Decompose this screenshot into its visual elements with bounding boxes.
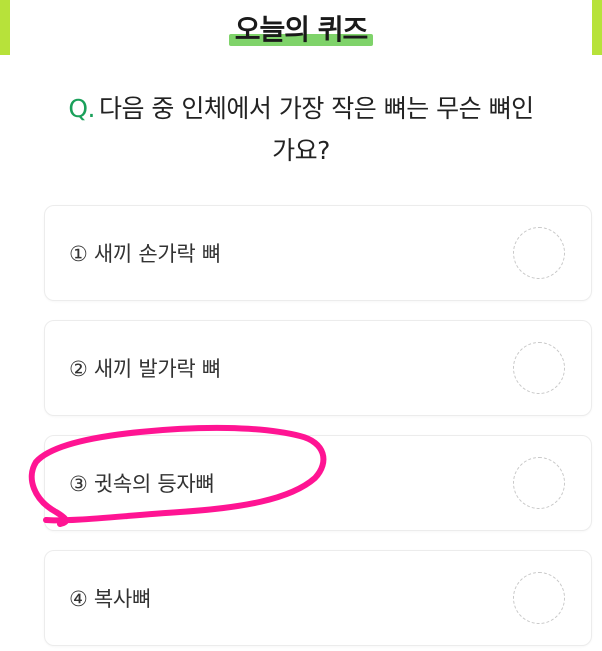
option-1[interactable]: ① 새끼 손가락 뼈: [44, 205, 592, 301]
header: 오늘의 퀴즈: [0, 8, 602, 52]
option-label: ② 새끼 발가락 뼈: [69, 357, 221, 381]
option-label: ① 새끼 손가락 뼈: [69, 242, 221, 266]
page-title: 오늘의 퀴즈: [228, 8, 374, 52]
option-4[interactable]: ④ 복사뼈: [44, 550, 592, 646]
radio-circle-icon[interactable]: [513, 457, 565, 509]
radio-circle-icon[interactable]: [513, 227, 565, 279]
question-prefix: Q.: [68, 94, 95, 123]
question-text: 다음 중 인체에서 가장 작은 뼈는 무슨 뼈인가요?: [98, 94, 534, 165]
radio-circle-icon[interactable]: [513, 342, 565, 394]
option-2[interactable]: ② 새끼 발가락 뼈: [44, 320, 592, 416]
option-label: ④ 복사뼈: [69, 587, 151, 611]
page-title-text: 오늘의 퀴즈: [234, 13, 369, 46]
radio-circle-icon[interactable]: [513, 572, 565, 624]
question: Q. 다음 중 인체에서 가장 작은 뼈는 무슨 뼈인가요?: [60, 88, 542, 172]
option-label: ③ 귓속의 등자뼈: [69, 472, 215, 496]
option-3[interactable]: ③ 귓속의 등자뼈: [44, 435, 592, 531]
